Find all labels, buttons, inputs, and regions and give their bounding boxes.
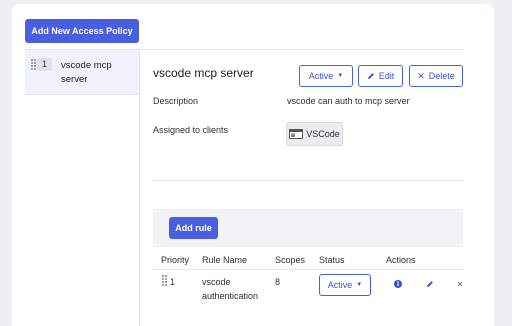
info-icon: i xyxy=(394,280,402,288)
add-rule-button[interactable]: Add rule xyxy=(169,217,218,239)
divider xyxy=(153,269,463,270)
app-icon xyxy=(289,129,304,139)
status-label: Active xyxy=(308,71,334,81)
status-dropdown-button[interactable]: Active ▼ xyxy=(299,65,353,87)
policy-sidebar: 1 vscode mcp server xyxy=(25,50,140,326)
close-icon: ✕ xyxy=(417,70,425,81)
rule-name: vscode authentication xyxy=(202,277,259,301)
client-chip[interactable]: VSCode xyxy=(286,122,343,146)
client-name: VSCode xyxy=(306,129,340,139)
rule-status-dropdown[interactable]: Active ▼ xyxy=(319,274,371,296)
add-access-policy-button[interactable]: Add New Access Policy xyxy=(25,19,139,43)
description-value: vscode can auth to mcp server xyxy=(287,96,410,106)
policy-title: vscode mcp server xyxy=(153,66,254,80)
column-header-actions: Actions xyxy=(386,255,416,265)
rules-header: Add rule xyxy=(153,209,463,247)
delete-button[interactable]: ✕ Delete xyxy=(409,65,463,87)
sidebar-item-policy[interactable]: 1 vscode mcp server xyxy=(25,50,139,95)
description-label: Description xyxy=(153,96,199,106)
rule-delete-button[interactable]: ✕ xyxy=(455,279,465,289)
rule-priority: 1 xyxy=(170,277,176,287)
rule-scopes: 8 xyxy=(275,277,281,287)
pencil-icon xyxy=(427,281,433,287)
caret-down-icon: ▼ xyxy=(337,73,344,79)
divider xyxy=(153,180,463,181)
column-header-priority: Priority xyxy=(161,255,190,265)
delete-label: Delete xyxy=(428,71,455,81)
edit-button[interactable]: Edit xyxy=(358,65,403,87)
assigned-clients-label: Assigned to clients xyxy=(153,125,229,135)
edit-label: Edit xyxy=(378,71,395,81)
column-header-scopes: Scopes xyxy=(275,255,306,265)
rules-panel: Add rule Priority Rule Name Scopes Statu… xyxy=(153,209,463,326)
priority-badge: 1 xyxy=(37,58,52,71)
column-header-rule-name: Rule Name xyxy=(202,255,248,265)
pencil-icon xyxy=(367,73,374,79)
rule-status-label: Active xyxy=(327,280,353,290)
caret-down-icon: ▼ xyxy=(356,282,363,288)
drag-handle-icon[interactable] xyxy=(162,275,168,287)
close-icon: ✕ xyxy=(456,279,464,289)
rule-edit-button[interactable] xyxy=(425,279,435,289)
rule-info-button[interactable]: i xyxy=(393,279,403,289)
column-header-status: Status xyxy=(319,255,345,265)
sidebar-item-label: vscode mcp server xyxy=(61,60,112,85)
